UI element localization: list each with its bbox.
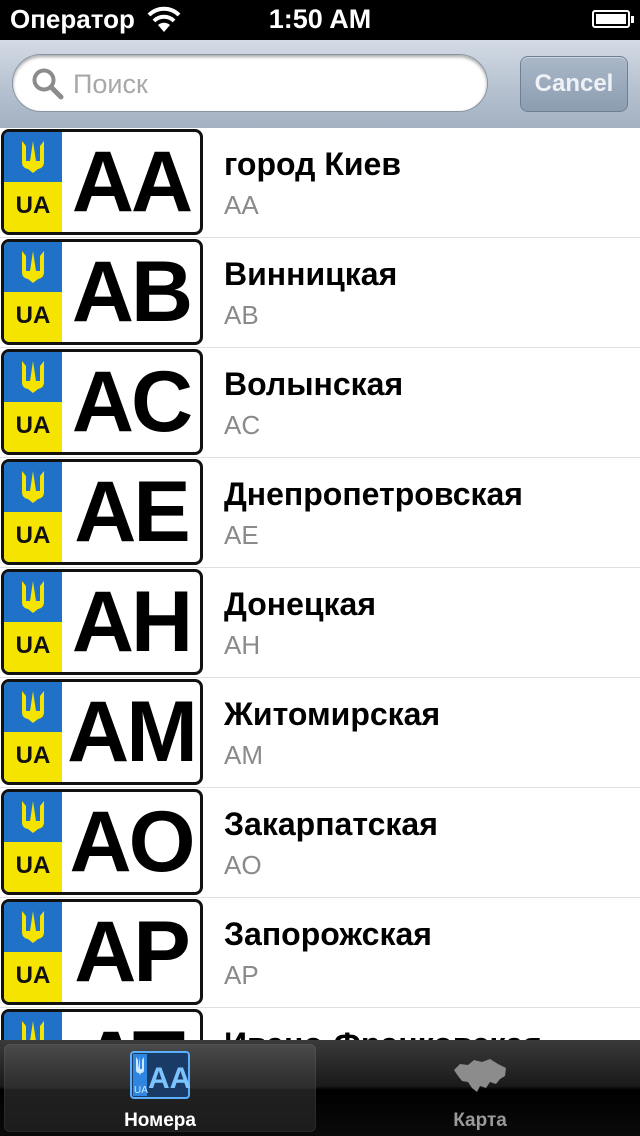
plate-icon: UA AA (130, 1051, 190, 1099)
region-code: AH (224, 630, 261, 660)
svg-text:UA: UA (134, 1085, 148, 1096)
plate-image: UA AT (1, 1009, 203, 1040)
trident-icon (22, 801, 44, 833)
ukraine-map-icon (454, 1059, 506, 1092)
trident-icon (22, 361, 44, 393)
region-code: AB (224, 300, 259, 330)
plate-image: UA AE (1, 459, 203, 565)
list-item[interactable]: UA AO Закарпатская AO (0, 788, 640, 898)
region-name: Донецкая (224, 586, 377, 622)
region-name: Запорожская (224, 916, 432, 952)
region-list[interactable]: UA AA город Киев AA UA AB Винницкая AB U… (0, 128, 640, 1040)
trident-icon (22, 691, 44, 723)
list-item[interactable]: UA AA город Киев AA (0, 128, 640, 238)
region-code: AM (224, 740, 263, 770)
plate-country: UA (15, 852, 51, 879)
list-item[interactable]: UA AC Волынская AC (0, 348, 640, 458)
plate-image: UA AO (1, 789, 203, 895)
tab-label: Номера (124, 1110, 196, 1131)
plate-image: UA AP (1, 899, 203, 1005)
tab-label: Карта (453, 1110, 507, 1131)
list-item[interactable]: UA AB Винницкая AB (0, 238, 640, 348)
trident-icon (22, 911, 44, 943)
trident-icon (22, 471, 44, 503)
tab-map[interactable]: Карта (324, 1044, 636, 1132)
plate-country: UA (15, 412, 51, 439)
plate-country: UA (15, 192, 51, 219)
list-item[interactable]: UA AE Днепропетровская AE (0, 458, 640, 568)
list-item[interactable]: UA AP Запорожская AP (0, 898, 640, 1008)
region-code: AO (224, 850, 262, 880)
plate-image: UA AM (1, 679, 203, 785)
plate-image: UA AB (1, 239, 203, 345)
plate-code: AT (62, 1012, 200, 1040)
region-name: Закарпатская (224, 806, 438, 842)
battery-icon (592, 10, 634, 28)
tab-numbers[interactable]: UA AA Номера (4, 1044, 316, 1132)
plate-country: UA (15, 302, 51, 329)
plate-country: UA (15, 742, 51, 769)
region-name: Ивано-Франковская (224, 1026, 542, 1040)
plate-code: AA (71, 134, 193, 230)
region-name: город Киев (224, 146, 401, 182)
region-name: Винницкая (224, 256, 398, 292)
region-code: AA (224, 190, 259, 220)
cancel-button[interactable]: Cancel (520, 56, 628, 112)
list-item[interactable]: UA AT Ивано-Франковская AT (0, 1008, 640, 1040)
search-input[interactable] (71, 63, 475, 105)
list-item[interactable]: UA AH Донецкая AH (0, 568, 640, 678)
region-name: Днепропетровская (224, 476, 523, 512)
tab-bar: UA AA Номера Карта (0, 1040, 640, 1136)
plate-code: AM (67, 684, 198, 780)
svg-text:AA: AA (148, 1062, 190, 1095)
plate-image: UA AA (1, 129, 203, 235)
trident-icon (22, 141, 44, 173)
plate-code: AE (74, 464, 190, 560)
search-icon (32, 68, 64, 100)
list-item[interactable]: UA AM Житомирская AM (0, 678, 640, 788)
region-name: Волынская (224, 366, 404, 402)
region-code: AP (224, 960, 259, 990)
plate-image: UA AH (1, 569, 203, 675)
status-time: 1:50 AM (268, 4, 372, 34)
plate-code: AC (71, 354, 193, 450)
plate-code: AP (74, 904, 190, 1000)
region-code: AC (224, 410, 261, 440)
trident-icon (22, 581, 44, 613)
region-code: AE (224, 520, 259, 550)
status-bar: Оператор 1:50 AM (0, 0, 640, 40)
trident-icon (22, 251, 44, 283)
plate-code: AB (71, 244, 193, 340)
trident-icon (22, 1021, 44, 1040)
plate-country: UA (15, 962, 51, 989)
plate-country: UA (15, 632, 51, 659)
plate-code: AH (71, 574, 193, 670)
plate-code: AO (69, 794, 196, 890)
search-field[interactable] (12, 54, 488, 112)
plate-country: UA (15, 522, 51, 549)
plate-image: UA AC (1, 349, 203, 455)
region-name: Житомирская (224, 696, 441, 732)
search-bar: Cancel (0, 40, 640, 129)
